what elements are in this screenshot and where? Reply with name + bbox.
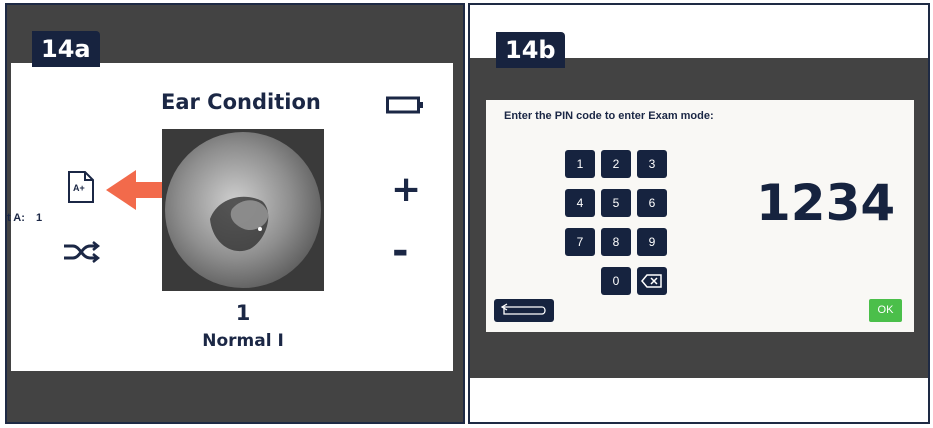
document-grade-icon[interactable]: A+ <box>67 170 95 209</box>
backspace-button[interactable] <box>637 267 667 295</box>
device-screen-b: Enter the PIN code to enter Exam mode: 1… <box>486 100 914 332</box>
key-8[interactable]: 8 <box>601 228 631 256</box>
battery-icon <box>386 96 423 114</box>
decrease-button[interactable]: - <box>392 228 409 274</box>
key-2[interactable]: 2 <box>601 150 631 178</box>
key-9[interactable]: 9 <box>637 228 667 256</box>
side-counter-value: 1 <box>35 212 43 224</box>
ok-button[interactable]: OK <box>869 299 902 322</box>
key-4[interactable]: 4 <box>565 189 595 217</box>
backspace-icon <box>641 274 662 288</box>
panel-tag-14b: 14b <box>496 32 565 68</box>
back-arrow-icon <box>500 303 546 315</box>
pin-display: 1234 <box>756 174 896 232</box>
increase-button[interactable]: + <box>391 169 421 210</box>
side-counter: t A: 1 <box>7 212 42 224</box>
key-6[interactable]: 6 <box>637 189 667 217</box>
pin-prompt: Enter the PIN code to enter Exam mode: <box>504 110 714 122</box>
condition-label: Normal I <box>202 331 284 351</box>
panel-14a: Ear Condition t A: 1 A+ + - 1 Normal I 1… <box>5 3 465 424</box>
screen-title: Ear Condition <box>161 90 321 114</box>
key-3[interactable]: 3 <box>637 150 667 178</box>
back-button[interactable] <box>494 299 554 322</box>
condition-number: 1 <box>235 301 251 325</box>
key-1[interactable]: 1 <box>565 150 595 178</box>
device-screen-a: Ear Condition t A: 1 A+ + - 1 Normal I <box>7 63 453 371</box>
key-0[interactable]: 0 <box>601 267 631 295</box>
device-frame-b: Enter the PIN code to enter Exam mode: 1… <box>470 58 928 378</box>
document-grade-text: A+ <box>73 183 85 193</box>
shuffle-icon[interactable] <box>63 241 103 263</box>
panel-tag-14a: 14a <box>32 31 100 67</box>
panel-14b: Enter the PIN code to enter Exam mode: 1… <box>468 3 930 424</box>
ear-canal-image <box>162 129 324 291</box>
figure-frame: Ear Condition t A: 1 A+ + - 1 Normal I 1… <box>0 0 933 428</box>
side-counter-label: t A: <box>7 212 25 224</box>
key-7[interactable]: 7 <box>565 228 595 256</box>
key-5[interactable]: 5 <box>601 189 631 217</box>
